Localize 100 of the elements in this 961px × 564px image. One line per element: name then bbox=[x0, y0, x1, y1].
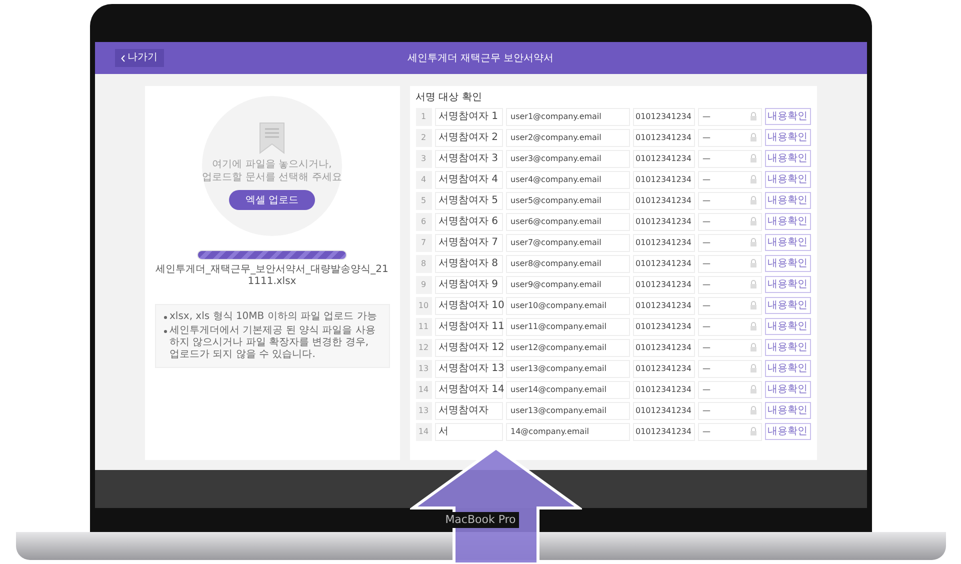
name-field[interactable]: 서명참여자 3 bbox=[434, 150, 502, 168]
masked-password: — bbox=[702, 300, 710, 312]
masked-password: — bbox=[702, 320, 710, 332]
masked-password: — bbox=[702, 174, 710, 186]
name-field[interactable]: 서 bbox=[434, 422, 502, 440]
phone-field[interactable]: 01012341234 bbox=[632, 170, 694, 188]
bullet-icon bbox=[164, 330, 166, 333]
phone-field[interactable]: 01012341234 bbox=[632, 360, 694, 378]
view-content-button[interactable]: 내용확인 bbox=[764, 255, 810, 272]
row-number: 9 bbox=[416, 276, 432, 294]
password-field[interactable]: — bbox=[698, 150, 762, 168]
email-field[interactable]: user12@company.email bbox=[506, 338, 630, 356]
phone-field[interactable]: 01012341234 bbox=[632, 108, 694, 126]
view-content-button[interactable]: 내용확인 bbox=[764, 381, 810, 398]
email-field[interactable]: user6@company.email bbox=[506, 212, 630, 230]
password-field[interactable]: — bbox=[698, 128, 762, 146]
view-content-button[interactable]: 내용확인 bbox=[764, 129, 810, 146]
lock-icon bbox=[750, 427, 756, 436]
lock-icon bbox=[750, 280, 756, 289]
back-button[interactable]: 나가기 bbox=[114, 49, 164, 67]
name-field[interactable]: 서명참여자 11 bbox=[434, 318, 502, 336]
name-field[interactable]: 서명참여자 13 bbox=[434, 360, 502, 378]
email-field[interactable]: user13@company.email bbox=[506, 402, 630, 420]
name-field[interactable]: 서명참여자 8 bbox=[434, 254, 502, 272]
password-field[interactable]: — bbox=[698, 276, 762, 294]
view-content-button[interactable]: 내용확인 bbox=[764, 171, 810, 188]
view-content-button[interactable]: 내용확인 bbox=[764, 360, 810, 377]
view-content-button[interactable]: 내용확인 bbox=[764, 318, 810, 335]
phone-field[interactable]: 01012341234 bbox=[632, 212, 694, 230]
masked-password: — bbox=[702, 216, 710, 228]
email-field[interactable]: user11@company.email bbox=[506, 318, 630, 336]
view-content-button[interactable]: 내용확인 bbox=[764, 192, 810, 209]
name-field[interactable]: 서명참여자 7 bbox=[434, 234, 502, 252]
view-content-button[interactable]: 내용확인 bbox=[764, 276, 810, 293]
name-field[interactable]: 서명참여자 14 bbox=[434, 380, 502, 398]
email-field[interactable]: user1@company.email bbox=[506, 108, 630, 126]
email-field[interactable]: user9@company.email bbox=[506, 276, 630, 294]
view-content-button[interactable]: 내용확인 bbox=[764, 108, 810, 125]
lock-icon bbox=[750, 259, 756, 268]
email-field[interactable]: 14@company.email bbox=[506, 422, 630, 440]
password-field[interactable]: — bbox=[698, 360, 762, 378]
lock-icon bbox=[750, 154, 756, 163]
email-field[interactable]: user3@company.email bbox=[506, 150, 630, 168]
email-field[interactable]: user2@company.email bbox=[506, 128, 630, 146]
note-text: xlsx, xls 형식 10MB 이하의 파일 업로드 가능 bbox=[170, 311, 377, 323]
view-content-button[interactable]: 내용확인 bbox=[764, 234, 810, 251]
view-content-button[interactable]: 내용확인 bbox=[764, 339, 810, 356]
row-number: 14 bbox=[416, 422, 432, 440]
lock-icon bbox=[750, 175, 756, 184]
drop-zone[interactable]: 여기에 파일을 놓으시거나, 업로드할 문서를 선택해 주세요 엑셀 업로드 bbox=[202, 96, 342, 236]
name-field[interactable]: 서명참여자 5 bbox=[434, 192, 502, 210]
phone-field[interactable]: 01012341234 bbox=[632, 234, 694, 252]
name-field[interactable]: 서명참여자 10 bbox=[434, 296, 502, 314]
password-field[interactable]: — bbox=[698, 296, 762, 314]
lock-icon bbox=[750, 364, 756, 373]
phone-field[interactable]: 01012341234 bbox=[632, 192, 694, 210]
phone-field[interactable]: 01012341234 bbox=[632, 254, 694, 272]
masked-password: — bbox=[702, 426, 710, 438]
phone-field[interactable]: 01012341234 bbox=[632, 380, 694, 398]
password-field[interactable]: — bbox=[698, 170, 762, 188]
phone-field[interactable]: 01012341234 bbox=[632, 338, 694, 356]
password-field[interactable]: — bbox=[698, 192, 762, 210]
email-field[interactable]: user10@company.email bbox=[506, 296, 630, 314]
email-field[interactable]: user8@company.email bbox=[506, 254, 630, 272]
password-field[interactable]: — bbox=[698, 212, 762, 230]
phone-field[interactable]: 01012341234 bbox=[632, 276, 694, 294]
name-field[interactable]: 서명참여자 1 bbox=[434, 108, 502, 126]
row-number: 12 bbox=[416, 338, 432, 356]
phone-field[interactable]: 01012341234 bbox=[632, 296, 694, 314]
email-field[interactable]: user5@company.email bbox=[506, 192, 630, 210]
name-field[interactable]: 서명참여자 12 bbox=[434, 338, 502, 356]
email-field[interactable]: user13@company.email bbox=[506, 360, 630, 378]
password-field[interactable]: — bbox=[698, 234, 762, 252]
password-field[interactable]: — bbox=[698, 380, 762, 398]
password-field[interactable]: — bbox=[698, 422, 762, 440]
password-field[interactable]: — bbox=[698, 254, 762, 272]
name-field[interactable]: 서명참여자 4 bbox=[434, 170, 502, 188]
name-field[interactable]: 서명참여자 6 bbox=[434, 212, 502, 230]
excel-upload-button[interactable]: 엑셀 업로드 bbox=[229, 190, 315, 210]
view-content-button[interactable]: 내용확인 bbox=[764, 150, 810, 167]
view-content-button[interactable]: 내용확인 bbox=[764, 213, 810, 230]
name-field[interactable]: 서명참여자 2 bbox=[434, 128, 502, 146]
view-content-button[interactable]: 내용확인 bbox=[764, 423, 810, 440]
row-number: 6 bbox=[416, 212, 432, 230]
phone-field[interactable]: 01012341234 bbox=[632, 128, 694, 146]
phone-field[interactable]: 01012341234 bbox=[632, 318, 694, 336]
password-field[interactable]: — bbox=[698, 108, 762, 126]
password-field[interactable]: — bbox=[698, 338, 762, 356]
view-content-button[interactable]: 내용확인 bbox=[764, 402, 810, 419]
phone-field[interactable]: 01012341234 bbox=[632, 422, 694, 440]
view-content-button[interactable]: 내용확인 bbox=[764, 297, 810, 314]
email-field[interactable]: user4@company.email bbox=[506, 170, 630, 188]
email-field[interactable]: user14@company.email bbox=[506, 380, 630, 398]
phone-field[interactable]: 01012341234 bbox=[632, 402, 694, 420]
name-field[interactable]: 서명참여자 bbox=[434, 402, 502, 420]
email-field[interactable]: user7@company.email bbox=[506, 234, 630, 252]
name-field[interactable]: 서명참여자 9 bbox=[434, 276, 502, 294]
password-field[interactable]: — bbox=[698, 318, 762, 336]
password-field[interactable]: — bbox=[698, 402, 762, 420]
phone-field[interactable]: 01012341234 bbox=[632, 150, 694, 168]
